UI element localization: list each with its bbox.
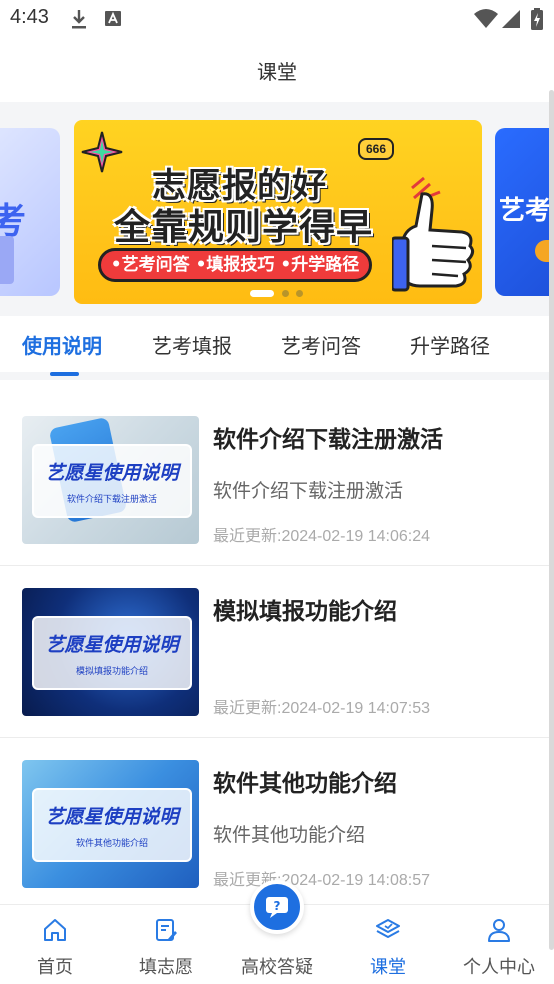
bubble-666: 666 bbox=[358, 138, 394, 160]
layers-icon bbox=[376, 919, 400, 938]
tab-art-exam-filling[interactable]: 艺考填报 bbox=[152, 330, 232, 359]
list-item[interactable]: 艺愿星使用说明 模拟填报功能介绍 模拟填报功能介绍 最近更新:2024-02-1… bbox=[0, 566, 554, 738]
banner-headline-2: 全靠规则学得早 bbox=[114, 207, 374, 248]
app-header: 课堂 bbox=[0, 38, 554, 102]
carousel-dot[interactable] bbox=[282, 290, 289, 297]
keyboard-a-icon bbox=[105, 11, 121, 26]
list-item[interactable]: 艺愿星使用说明 软件介绍下载注册激活 软件介绍下载注册激活 软件介绍下载注册激活… bbox=[0, 394, 554, 566]
tab-admission-path[interactable]: 升学路径 bbox=[410, 330, 490, 359]
signal-icon bbox=[502, 10, 520, 28]
home-icon bbox=[44, 919, 66, 941]
item-title: 模拟填报功能介绍 bbox=[213, 599, 397, 625]
edit-form-icon bbox=[156, 919, 177, 941]
thumbnail-subtitle: 模拟填报功能介绍 bbox=[75, 667, 148, 677]
carousel-indicator bbox=[250, 288, 310, 298]
nav-classroom-label: 课堂 bbox=[370, 957, 406, 978]
item-title: 软件其他功能介绍 bbox=[213, 771, 397, 797]
item-description: 软件其他功能介绍 bbox=[213, 824, 366, 846]
nav-fill-volunteer-label: 填志愿 bbox=[139, 957, 193, 978]
thumbnail-title: 艺愿星使用说明 bbox=[45, 806, 179, 828]
item-update-time: 最近更新:2024-02-19 14:07:53 bbox=[213, 700, 431, 717]
status-time: 4:43 bbox=[10, 6, 49, 28]
nav-college-qa-label: 高校答疑 bbox=[241, 957, 313, 978]
item-update-time: 最近更新:2024-02-19 14:08:57 bbox=[213, 872, 431, 889]
banner-next-slide[interactable]: 艺考 bbox=[495, 128, 554, 296]
thumbnail-panel: 艺愿星使用说明 软件介绍下载注册激活 bbox=[32, 444, 192, 518]
sparkle-icon bbox=[81, 131, 123, 173]
college-qa-fab[interactable]: ? bbox=[250, 880, 304, 934]
tab-art-exam-qa[interactable]: 艺考问答 bbox=[281, 330, 361, 359]
tab-usage-guide[interactable]: 使用说明 bbox=[22, 330, 102, 359]
thumbnail-panel: 艺愿星使用说明 模拟填报功能介绍 bbox=[32, 616, 192, 690]
thumbnail-title: 艺愿星使用说明 bbox=[45, 634, 179, 656]
nav-classroom[interactable]: 课堂 bbox=[333, 905, 443, 984]
thumbnail-subtitle: 软件其他功能介绍 bbox=[75, 839, 148, 849]
thumbs-up-icon bbox=[392, 192, 475, 292]
banner-next-text: 艺考 bbox=[499, 196, 552, 226]
carousel-dot-active[interactable] bbox=[250, 290, 274, 297]
page-title: 课堂 bbox=[257, 60, 297, 84]
item-thumbnail: 艺愿星使用说明 软件介绍下载注册激活 bbox=[22, 416, 199, 544]
banner-tag-pill: •艺考问答 •填报技巧 •升学路径 bbox=[98, 248, 372, 282]
thumbnail-title: 艺愿星使用说明 bbox=[45, 462, 179, 484]
nav-profile[interactable]: 个人中心 bbox=[444, 905, 554, 984]
item-description: 软件介绍下载注册激活 bbox=[213, 480, 404, 502]
item-thumbnail: 艺愿星使用说明 模拟填报功能介绍 bbox=[22, 588, 199, 716]
banner-prev-decoration bbox=[0, 236, 14, 284]
item-title: 软件介绍下载注册激活 bbox=[213, 427, 443, 453]
item-update-time: 最近更新:2024-02-19 14:06:24 bbox=[213, 528, 431, 545]
active-tab-indicator bbox=[50, 372, 79, 376]
question-chat-icon: ? bbox=[266, 897, 288, 918]
thumbnail-panel: 艺愿星使用说明 软件其他功能介绍 bbox=[32, 788, 192, 862]
banner-prev-slide[interactable]: 考 bbox=[0, 128, 60, 296]
banner-carousel[interactable]: 考 666 志愿报的好 全靠规则学得早 •艺考问答 •填报技巧 •升学路径 艺考 bbox=[0, 102, 554, 316]
scrollbar[interactable] bbox=[549, 90, 554, 950]
wifi-icon bbox=[474, 9, 498, 28]
carousel-dot[interactable] bbox=[296, 290, 303, 297]
status-bar: 4:43 bbox=[0, 0, 554, 38]
battery-icon bbox=[531, 8, 543, 30]
banner-main-slide[interactable]: 666 志愿报的好 全靠规则学得早 •艺考问答 •填报技巧 •升学路径 bbox=[74, 120, 482, 304]
item-thumbnail: 艺愿星使用说明 软件其他功能介绍 bbox=[22, 760, 199, 888]
nav-home-label: 首页 bbox=[37, 957, 73, 978]
nav-home[interactable]: 首页 bbox=[0, 905, 110, 984]
download-icon bbox=[72, 10, 86, 29]
user-icon bbox=[488, 919, 510, 942]
nav-fill-volunteer[interactable]: 填志愿 bbox=[111, 905, 221, 984]
nav-profile-label: 个人中心 bbox=[463, 957, 535, 978]
svg-text:?: ? bbox=[274, 899, 281, 913]
course-list[interactable]: 艺愿星使用说明 软件介绍下载注册激活 软件介绍下载注册激活 软件介绍下载注册激活… bbox=[0, 394, 554, 904]
thumbnail-subtitle: 软件介绍下载注册激活 bbox=[66, 495, 157, 505]
category-tabs: 使用说明 艺考填报 艺考问答 升学路径 bbox=[0, 316, 554, 380]
